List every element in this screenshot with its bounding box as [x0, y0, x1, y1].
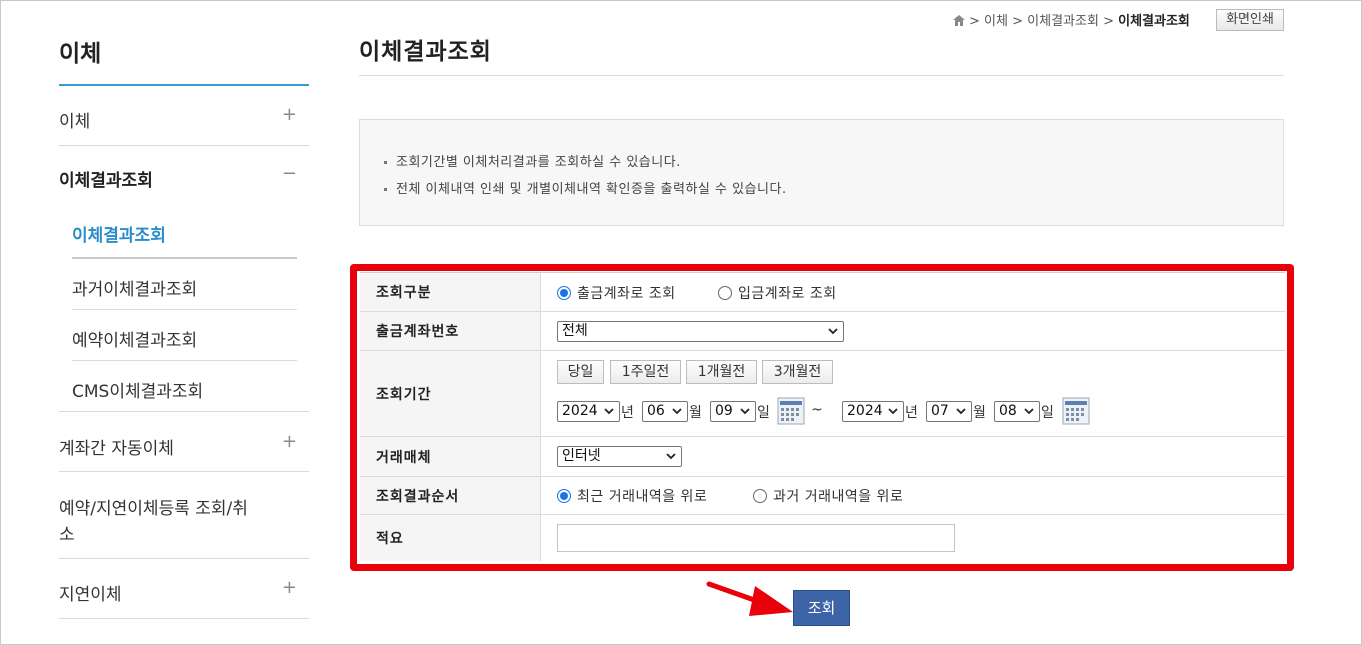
sidebar-item-delayed[interactable]: 지연이체 + — [59, 559, 309, 619]
sidebar-item-reserved-delayed[interactable]: 예약/지연이체등록 조회/취 소 — [59, 472, 309, 559]
sidebar-item-transfer-result[interactable]: 이체결과조회 − — [59, 146, 309, 206]
submenu-item-reserved-result[interactable]: 예약이체결과조회 — [72, 310, 297, 361]
arrow-pointer-icon — [706, 581, 793, 616]
submenu-item-cms-result[interactable]: CMS이체결과조회 — [72, 361, 297, 412]
sidebar-item-label-cont: 소 — [59, 525, 75, 545]
title-divider — [359, 75, 1284, 76]
collapse-icon[interactable]: − — [282, 163, 297, 184]
print-screen-button[interactable]: 화면인쇄 — [1216, 9, 1284, 31]
sidebar-item-auto-transfer[interactable]: 계좌간 자동이체 + — [59, 411, 309, 472]
breadcrumb: > 이체 > 이체결과조회 > 이체결과조회 — [953, 10, 1190, 29]
info-box: 조회기간별 이체처리결과를 조회하실 수 있습니다. 전체 이체내역 인쇄 및 … — [359, 119, 1284, 226]
bullet-icon — [384, 161, 387, 164]
submenu-item-transfer-result[interactable]: 이체결과조회 — [72, 206, 297, 259]
home-icon[interactable] — [953, 15, 965, 26]
info-line: 조회기간별 이체처리결과를 조회하실 수 있습니다. — [384, 151, 681, 170]
sidebar-item-label: 계좌간 자동이체 — [59, 439, 174, 459]
sidebar-item-label: 이체결과조회 — [59, 171, 153, 191]
search-button[interactable]: 조회 — [793, 590, 850, 626]
expand-icon[interactable]: + — [282, 577, 297, 598]
sidebar-item-label: 지연이체 — [59, 585, 122, 605]
expand-icon[interactable]: + — [282, 431, 297, 452]
sidebar-item-transfer[interactable]: 이체 + — [59, 87, 309, 146]
highlight-box — [350, 264, 1294, 571]
bullet-icon — [384, 188, 387, 191]
sidebar-title: 이체 — [59, 41, 102, 67]
sidebar-item-label: 이체 — [59, 112, 91, 132]
breadcrumb-item[interactable]: 이체 — [984, 14, 1008, 29]
sidebar-item-label: 예약/지연이체등록 조회/취 — [59, 499, 248, 519]
breadcrumb-current: 이체결과조회 — [1118, 14, 1190, 29]
page-title: 이체결과조회 — [359, 39, 492, 65]
expand-icon[interactable]: + — [282, 104, 297, 125]
info-line: 전체 이체내역 인쇄 및 개별이체내역 확인증을 출력하실 수 있습니다. — [384, 178, 787, 197]
breadcrumb-item[interactable]: 이체결과조회 — [1027, 14, 1099, 29]
submenu-item-past-result[interactable]: 과거이체결과조회 — [72, 259, 297, 310]
sidebar-title-divider — [59, 84, 309, 86]
